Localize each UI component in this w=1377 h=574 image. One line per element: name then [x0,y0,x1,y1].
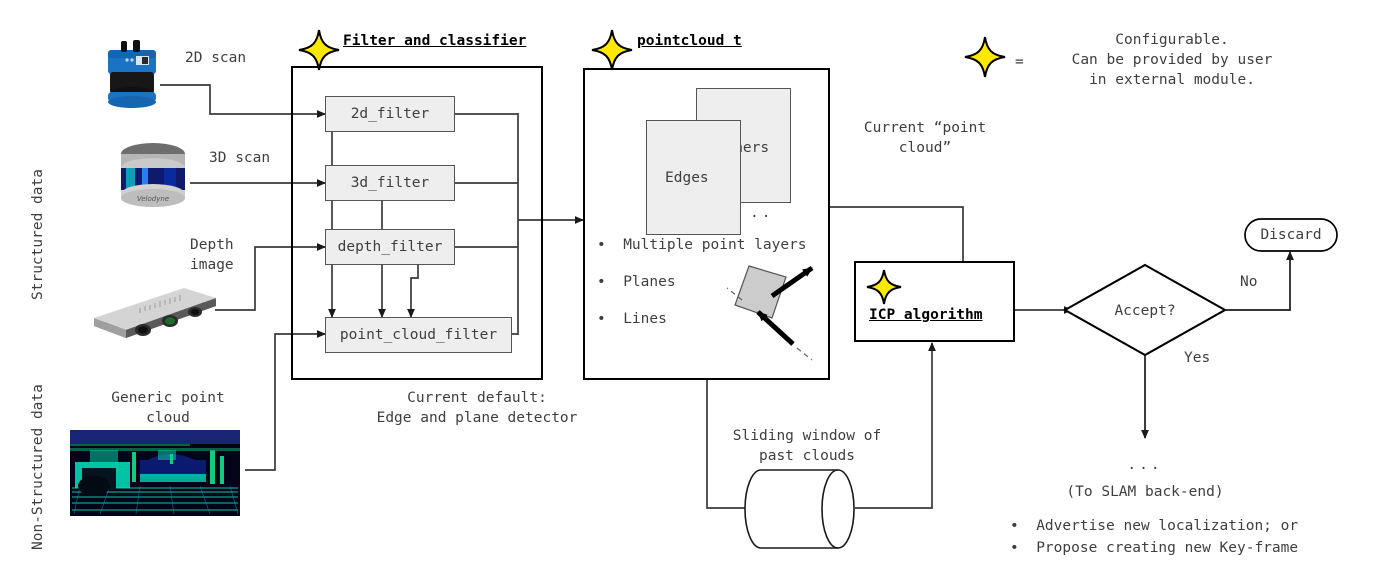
discard-terminal-label: Discard [1260,227,1322,243]
sparkle-icon-pointcloud-block [591,29,633,71]
legend-line-3: in external module. [1089,72,1255,88]
filter-2d-label: 2d_filter [350,106,430,122]
layers-ellipsis: .. [750,205,774,221]
filter-block-caption-2: Edge and plane detector [376,410,578,426]
side-label-non-structured: Non-Structured data [30,384,46,550]
pointcloud-bullet-1: • Planes [597,274,676,290]
pointcloud-bullet-2: • Lines [597,311,667,327]
side-label-structured: Structured data [30,169,46,300]
sparkle-icon-icp-block [866,269,902,305]
edge-label-current-cloud-1: Current “point [863,120,987,136]
sick-2d-lidar-image [102,38,164,110]
input-label-depth-image: Depth image [190,237,234,273]
svg-text:Velodyne: Velodyne [137,195,169,203]
realsense-depth-camera-image [88,282,220,344]
filter-block-title: Filter and classifier [343,33,527,49]
edge-label-current-cloud-2: cloud” [898,140,952,156]
filter-point-cloud-label: point_cloud_filter [339,327,498,343]
legend-line-2: Can be provided by user [1071,52,1273,68]
pointcloud-block-container: Corners Edges .. • Multiple point layers… [583,68,830,380]
icp-block-title: ICP algorithm [869,307,983,323]
pointcloud-block-title: pointcloud t [637,33,742,49]
input-label-generic-point-cloud: Generic point cloud [111,390,225,426]
filter-2d[interactable]: 2d_filter [325,96,455,132]
filter-block-caption-1: Current default: [407,390,547,406]
legend-line-1: Configurable. [1115,32,1229,48]
output-bullet-0: • Advertise new localization; or [1010,518,1299,534]
input-label-2d-scan: 2D scan [185,50,247,66]
output-dots: ... [1127,457,1163,473]
filter-point-cloud[interactable]: point_cloud_filter [325,317,512,353]
point-cloud-image [70,430,240,516]
legend: = Configurable. Can be provided by user … [962,26,1292,88]
icp-block-container[interactable]: ICP algorithm [854,261,1015,342]
filter-3d[interactable]: 3d_filter [325,165,455,201]
edge-label-sliding-window-2: past clouds [758,448,856,464]
legend-equals: = [1015,54,1024,70]
output-to-slam: (To SLAM back-end) [1066,484,1224,500]
decision-question: Accept? [1114,303,1176,319]
output-bullet-1: • Propose creating new Key-frame [1010,540,1299,556]
edge-label-sliding-window-1: Sliding window of [732,428,882,444]
filter-3d-label: 3d_filter [350,175,430,191]
decision-no-label: No [1240,274,1258,290]
filter-depth[interactable]: depth_filter [325,229,455,265]
diagram-canvas: = Configurable. Can be provided by user … [0,0,1377,574]
pointcloud-bullet-0: • Multiple point layers [597,237,807,253]
sparkle-icon [964,36,1006,78]
layer-edges-label: Edges [665,170,709,186]
velodyne-3d-lidar-image: Velodyne [118,140,188,212]
input-label-3d-scan: 3D scan [209,150,271,166]
filter-depth-label: depth_filter [337,239,443,255]
decision-yes-label: Yes [1184,350,1211,366]
